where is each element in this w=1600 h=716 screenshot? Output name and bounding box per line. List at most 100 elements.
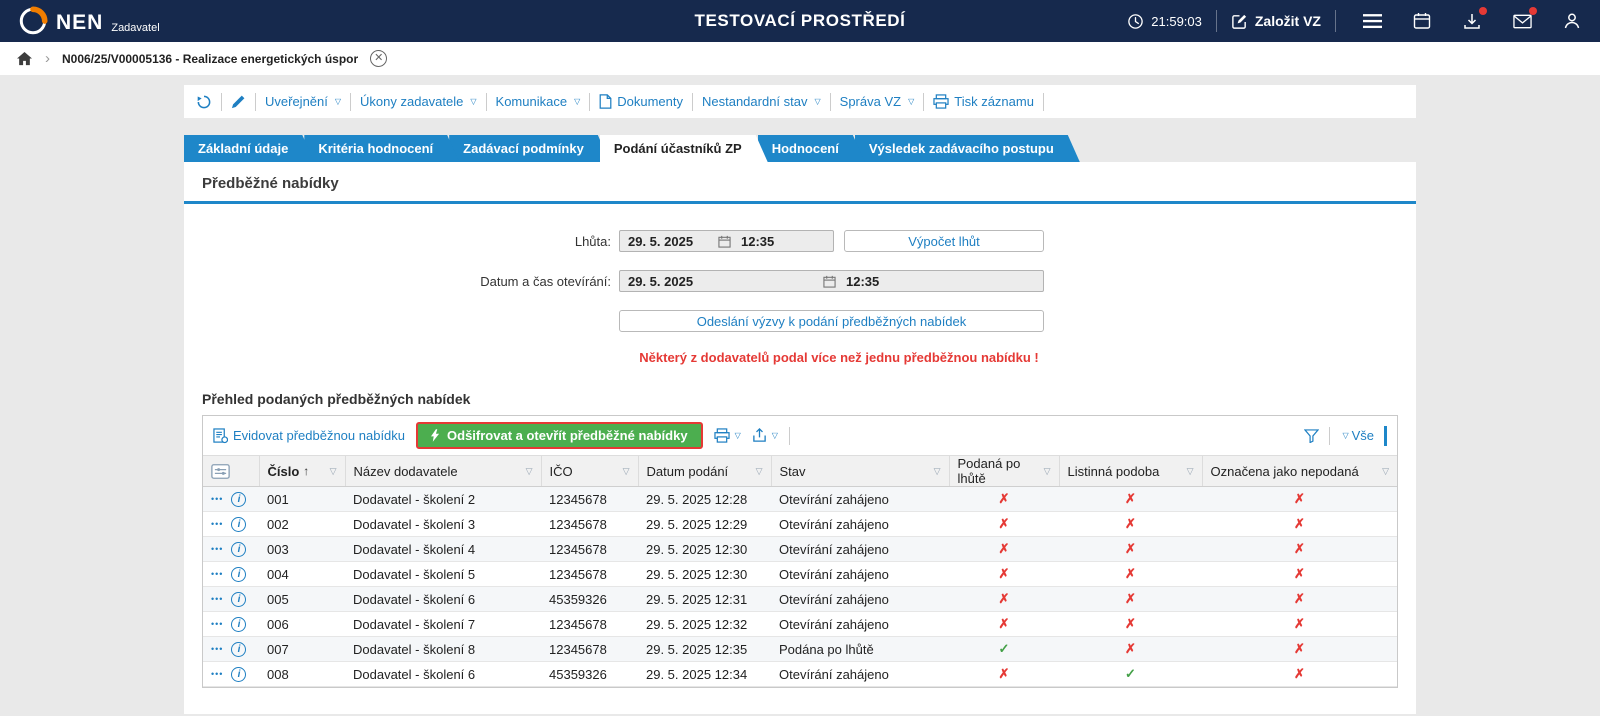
table-row[interactable]: •••i008Dodavatel - školení 64535932629. … [203,662,1397,687]
row-menu-icon[interactable]: ••• [211,569,223,579]
deadline-date-value[interactable]: 29. 5. 2025 [620,234,718,249]
menu-sprava-vz[interactable]: Správa VZ▽ [840,94,915,109]
opening-time-value[interactable]: 12:35 [836,274,1043,289]
export-icon [752,428,767,443]
row-info-icon[interactable]: i [231,667,246,682]
evidovat-nabidku-button[interactable]: Evidovat předběžnou nabídku [213,428,405,444]
table-row[interactable]: •••i007Dodavatel - školení 81234567829. … [203,637,1397,662]
filter-icon[interactable]: ▽ [1187,466,1194,477]
menu-tisk-zaznamu[interactable]: Tisk záznamu [933,94,1034,109]
row-info-icon[interactable]: i [231,517,246,532]
flag-cell: ✗ [1202,612,1397,637]
downloads-button[interactable] [1462,11,1482,31]
header-datum-podani[interactable]: Datum podání▽ [638,456,771,487]
row-info-icon[interactable]: i [231,642,246,657]
filter-icon[interactable]: ▽ [756,466,763,477]
row-info-icon[interactable]: i [231,617,246,632]
filter-icon[interactable]: ▽ [1382,466,1389,477]
header-podana-po-lhute[interactable]: Podaná po lhůtě▽ [949,456,1059,487]
row-menu-icon[interactable]: ••• [211,494,223,504]
filter-icon[interactable]: ▽ [623,466,630,477]
table-row[interactable]: •••i002Dodavatel - školení 31234567829. … [203,512,1397,537]
cell-dodavatel: Dodavatel - školení 6 [345,662,541,687]
row-menu-icon[interactable]: ••• [211,644,223,654]
calendar-small-icon[interactable] [718,235,731,248]
filter-icon[interactable]: ▽ [526,466,533,477]
calendar-button[interactable] [1412,11,1432,31]
row-info-icon[interactable]: i [231,567,246,582]
row-info-icon[interactable]: i [231,592,246,607]
row-menu-icon[interactable]: ••• [211,544,223,554]
offers-table-body: •••i001Dodavatel - školení 21234567829. … [203,487,1397,687]
history-icon[interactable] [196,94,212,110]
header-cislo[interactable]: Číslo↑▽ [259,456,345,487]
decrypt-open-offers-button[interactable]: Odšifrovat a otevřít předběžné nabídky [416,422,703,449]
header-listinna-podoba[interactable]: Listinná podoba▽ [1059,456,1202,487]
export-table-button[interactable]: ▽ [752,428,778,443]
table-row[interactable]: •••i003Dodavatel - školení 41234567829. … [203,537,1397,562]
cell-dodavatel: Dodavatel - školení 6 [345,587,541,612]
header-oznacena-jako-nepodana[interactable]: Označena jako nepodaná▽ [1202,456,1397,487]
edit-pencil-icon[interactable] [231,94,246,109]
menu-ukony-zadavatele[interactable]: Úkony zadavatele▽ [360,94,477,109]
table-row[interactable]: •••i005Dodavatel - školení 64535932629. … [203,587,1397,612]
cross-icon: ✗ [1125,566,1136,581]
view-filter-vse[interactable]: ▽ Vše [1340,428,1374,443]
chevron-down-icon: ▽ [470,97,476,106]
tab-kriteria-hodnoceni[interactable]: Kritéria hodnocení [304,135,459,162]
filter-icon[interactable]: ▽ [330,466,337,477]
deadline-datetime-field[interactable]: 29. 5. 2025 12:35 [619,230,834,252]
header-stav[interactable]: Stav▽ [771,456,949,487]
row-menu-icon[interactable]: ••• [211,594,223,604]
deadline-time-value[interactable]: 12:35 [731,234,833,249]
filter-funnel-icon[interactable] [1304,429,1319,443]
profile-button[interactable] [1562,11,1582,31]
tab-podani-ucastniku-zp[interactable]: Podání účastníků ZP [600,135,768,162]
chevron-down-icon: ▽ [735,431,741,440]
cross-icon: ✗ [1294,566,1305,581]
filter-icon[interactable]: ▽ [934,466,941,477]
tab-zakladni-udaje[interactable]: Základní údaje [184,135,314,162]
header-ico[interactable]: IČO▽ [541,456,638,487]
row-info-icon[interactable]: i [231,542,246,557]
opening-date-value[interactable]: 29. 5. 2025 [620,274,823,289]
opening-datetime-field[interactable]: 29. 5. 2025 12:35 [619,270,1044,292]
tab-zadavaci-podminky[interactable]: Zadávací podmínky [449,135,610,162]
row-menu-icon[interactable]: ••• [211,619,223,629]
filter-icon[interactable]: ▽ [1044,466,1051,477]
zalozit-vz-button[interactable]: Založit VZ [1231,13,1321,30]
menu-label: Komunikace [496,94,568,109]
tab-vysledek-zadavaciho-postupu[interactable]: Výsledek zadávacího postupu [855,135,1080,162]
messages-button[interactable] [1512,11,1532,31]
flag-cell: ✓ [1059,662,1202,687]
table-row[interactable]: •••i004Dodavatel - školení 51234567829. … [203,562,1397,587]
calendar-small-icon[interactable] [823,275,836,288]
menu-nestandardni-stav[interactable]: Nestandardní stav▽ [702,94,821,109]
row-menu-icon[interactable]: ••• [211,669,223,679]
menu-button[interactable] [1362,11,1382,31]
row-menu-icon[interactable]: ••• [211,519,223,529]
chevron-down-icon: ▽ [1342,431,1348,440]
offers-table: Číslo↑▽ Název dodavatele▽ IČO▽ Datum pod… [203,455,1397,687]
menu-komunikace[interactable]: Komunikace▽ [496,94,581,109]
menu-uverejneni[interactable]: Uveřejnění▽ [265,94,341,109]
table-row[interactable]: •••i006Dodavatel - školení 71234567829. … [203,612,1397,637]
tab-hodnoceni[interactable]: Hodnocení [758,135,865,162]
table-row[interactable]: •••i001Dodavatel - školení 21234567829. … [203,487,1397,512]
home-icon[interactable] [16,51,33,66]
cell-datum-podani: 29. 5. 2025 12:35 [638,637,771,662]
column-settings-icon[interactable] [211,464,251,479]
breadcrumb-item[interactable]: N006/25/V00005136 - Realizace energetick… [62,52,358,66]
header-nazev-dodavatele[interactable]: Název dodavatele▽ [345,456,541,487]
nen-brand[interactable]: NEN Zadavatel [18,6,160,36]
print-table-button[interactable]: ▽ [714,428,741,443]
vypocet-lhut-button[interactable]: Výpočet lhůt [844,230,1044,252]
cell-datum-podani: 29. 5. 2025 12:30 [638,562,771,587]
cell-stav: Otevírání zahájeno [771,512,949,537]
topbar: NEN Zadavatel TESTOVACÍ PROSTŘEDÍ 21:59:… [0,0,1600,42]
close-icon[interactable]: ✕ [370,50,387,67]
odeslani-vyzvy-button[interactable]: Odeslání výzvy k podání předběžných nabí… [619,310,1044,332]
environment-title: TESTOVACÍ PROSTŘEDÍ [694,11,905,31]
menu-dokumenty[interactable]: Dokumenty [599,94,683,109]
row-info-icon[interactable]: i [231,492,246,507]
